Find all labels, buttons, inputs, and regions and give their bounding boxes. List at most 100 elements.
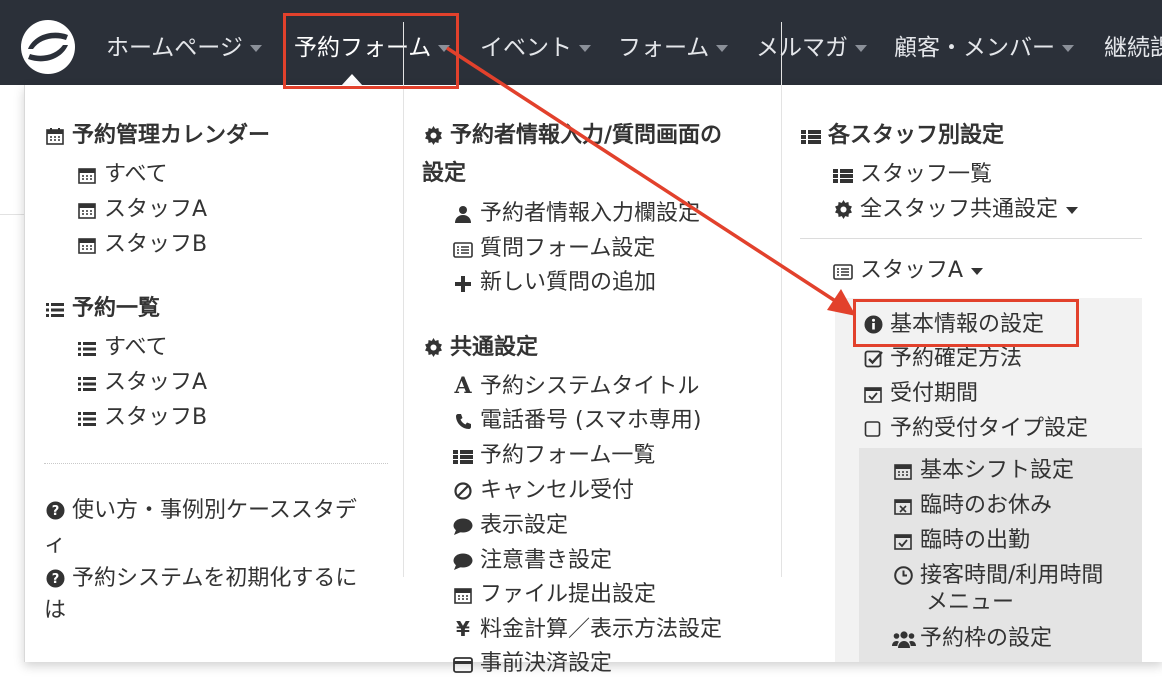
service-time-label: 接客時間/利用時間 (920, 563, 1104, 588)
all-staff-common-label: 全スタッフ共通設定 (860, 197, 1059, 222)
chevron-down-icon (579, 45, 591, 52)
chevron-down-icon (249, 45, 262, 52)
common-item-display[interactable]: 表示設定 (452, 510, 568, 541)
temporary-holiday[interactable]: 臨時のお休み (892, 490, 1052, 521)
list-icon (76, 367, 98, 397)
common-item-label: 表示設定 (480, 513, 569, 538)
common-item-label: キャンセル受付 (480, 478, 635, 503)
calendar-item-label: スタッフA (104, 197, 208, 222)
add-question-label: 新しい質問の追加 (480, 270, 657, 295)
staff-list-link[interactable]: スタッフ一覧 (832, 159, 992, 190)
temporary-holiday-label: 臨時のお休み (920, 493, 1053, 518)
help-reset-wrap[interactable]: は (44, 596, 66, 626)
booker-settings-header-label: 予約者情報入力/質問画面の (450, 123, 723, 148)
common-item-price[interactable]: ¥ 料金計算／表示方法設定 (452, 614, 722, 645)
user-icon (452, 198, 474, 228)
common-item-form-list[interactable]: 予約フォーム一覧 (452, 440, 655, 471)
add-question[interactable]: 新しい質問の追加 (452, 267, 656, 298)
nav-subscription-label: 継続課 (1104, 35, 1162, 61)
calendar-header[interactable]: 予約管理カレンダー (44, 120, 270, 151)
common-item-label: 予約フォーム一覧 (480, 443, 656, 468)
chevron-down-icon (855, 45, 867, 52)
booker-settings-header-label-wrap: 設定 (422, 161, 467, 186)
staff-a-label: スタッフA (860, 258, 964, 283)
help-case-study-label: 使い方・事例別ケーススタデ (72, 498, 357, 523)
common-item-label: 事前決済設定 (480, 651, 613, 676)
calendar-item-label: すべて (104, 162, 168, 187)
reception-type-settings[interactable]: 予約受付タイプ設定 (862, 413, 1088, 444)
reception-period-label: 受付期間 (890, 381, 979, 406)
help-reset-link[interactable]: ? 予約システムを初期化するに (44, 563, 357, 594)
comment-icon (452, 510, 474, 540)
common-settings-header-label: 共通設定 (450, 335, 539, 360)
reception-type-label: 予約受付タイプ設定 (890, 416, 1089, 441)
list-item-staff-a[interactable]: スタッフA (76, 367, 207, 398)
service-time-menu-wrap[interactable]: メニュー (926, 588, 1014, 618)
all-staff-common-toggle[interactable]: 全スタッフ共通設定 (832, 194, 1079, 225)
calendar-item-staff-b[interactable]: スタッフB (76, 229, 207, 260)
nav-mailmag[interactable]: メルマガ (756, 30, 867, 66)
staff-list-label: スタッフ一覧 (860, 162, 993, 187)
common-item-label: 料金計算／表示方法設定 (480, 617, 723, 642)
staff-separator (800, 238, 1142, 239)
booker-field-settings-label: 予約者情報入力欄設定 (480, 201, 701, 226)
reservation-list-header[interactable]: 予約一覧 (44, 293, 160, 324)
booker-settings-header[interactable]: 予約者情報入力/質問画面の (422, 120, 722, 151)
square-icon (862, 413, 884, 443)
caret-down-icon (971, 267, 984, 275)
nav-form[interactable]: フォーム (618, 30, 729, 66)
list-alt-icon (832, 255, 854, 285)
common-item-label: ファイル提出設定 (480, 582, 657, 607)
calendar-icon (76, 159, 98, 189)
staff-settings-header-label: 各スタッフ別設定 (828, 123, 1005, 148)
calendar-item-all[interactable]: すべて (76, 159, 168, 190)
common-item-phone[interactable]: 電話番号 (スマホ専用) (452, 405, 702, 436)
nav-homepage[interactable]: ホームページ (106, 30, 262, 66)
annotation-highlight-box (853, 299, 1079, 347)
nav-customer-member[interactable]: 顧客・メンバー (894, 30, 1074, 66)
calendar-icon (44, 120, 66, 150)
gear-icon (422, 332, 444, 362)
common-settings-header[interactable]: 共通設定 (422, 332, 538, 363)
list-item-staff-b[interactable]: スタッフB (76, 402, 207, 433)
basic-shift-settings[interactable]: 基本シフト設定 (892, 455, 1074, 486)
list-icon (832, 159, 854, 189)
help-case-study-wrap[interactable]: ィ (44, 530, 66, 560)
common-item-prepay[interactable]: 事前決済設定 (452, 648, 612, 679)
question-form-settings[interactable]: 質問フォーム設定 (452, 233, 655, 264)
dotted-divider (44, 463, 388, 464)
common-item-notes[interactable]: 注意書き設定 (452, 545, 612, 576)
calendar-header-label: 予約管理カレンダー (72, 123, 271, 148)
service-time-menu[interactable]: 接客時間/利用時間 (892, 560, 1103, 591)
users-icon (892, 623, 916, 653)
chevron-down-icon (716, 45, 729, 52)
booker-settings-header-wrap[interactable]: 設定 (422, 159, 466, 189)
slot-settings[interactable]: 予約枠の設定 (892, 623, 1052, 654)
staff-a-toggle[interactable]: スタッフA (832, 255, 984, 286)
font-icon: A (454, 373, 472, 399)
common-item-title[interactable]: A 予約システムタイトル (452, 371, 699, 402)
temporary-work-label: 臨時の出勤 (920, 528, 1031, 553)
common-item-cancel[interactable]: キャンセル受付 (452, 475, 634, 506)
logo-icon[interactable] (20, 19, 76, 75)
common-item-file[interactable]: ファイル提出設定 (452, 579, 656, 610)
confirmation-method[interactable]: 予約確定方法 (862, 343, 1022, 374)
list-item-all[interactable]: すべて (76, 332, 168, 363)
nav-event[interactable]: イベント (480, 30, 591, 66)
chevron-down-icon (1062, 45, 1074, 52)
reception-period[interactable]: 受付期間 (862, 378, 978, 409)
staff-settings-header[interactable]: 各スタッフ別設定 (800, 120, 1004, 151)
calendar-item-staff-a[interactable]: スタッフA (76, 194, 207, 225)
temporary-work[interactable]: 臨時の出勤 (892, 525, 1030, 556)
common-item-label: 電話番号 (スマホ専用) (480, 408, 702, 433)
nav-subscription[interactable]: 継続課 (1104, 30, 1162, 66)
calendar-icon (76, 194, 98, 224)
list-alt-icon (452, 233, 474, 263)
list-icon (44, 293, 66, 323)
list-item-label: すべて (104, 335, 168, 360)
help-case-study-link[interactable]: ? 使い方・事例別ケーススタデ (44, 495, 357, 526)
help-reset-label: 予約システムを初期化するに (72, 566, 358, 591)
list-item-label: スタッフA (104, 370, 208, 395)
booker-field-settings[interactable]: 予約者情報入力欄設定 (452, 198, 700, 229)
calendar-icon (452, 579, 474, 609)
